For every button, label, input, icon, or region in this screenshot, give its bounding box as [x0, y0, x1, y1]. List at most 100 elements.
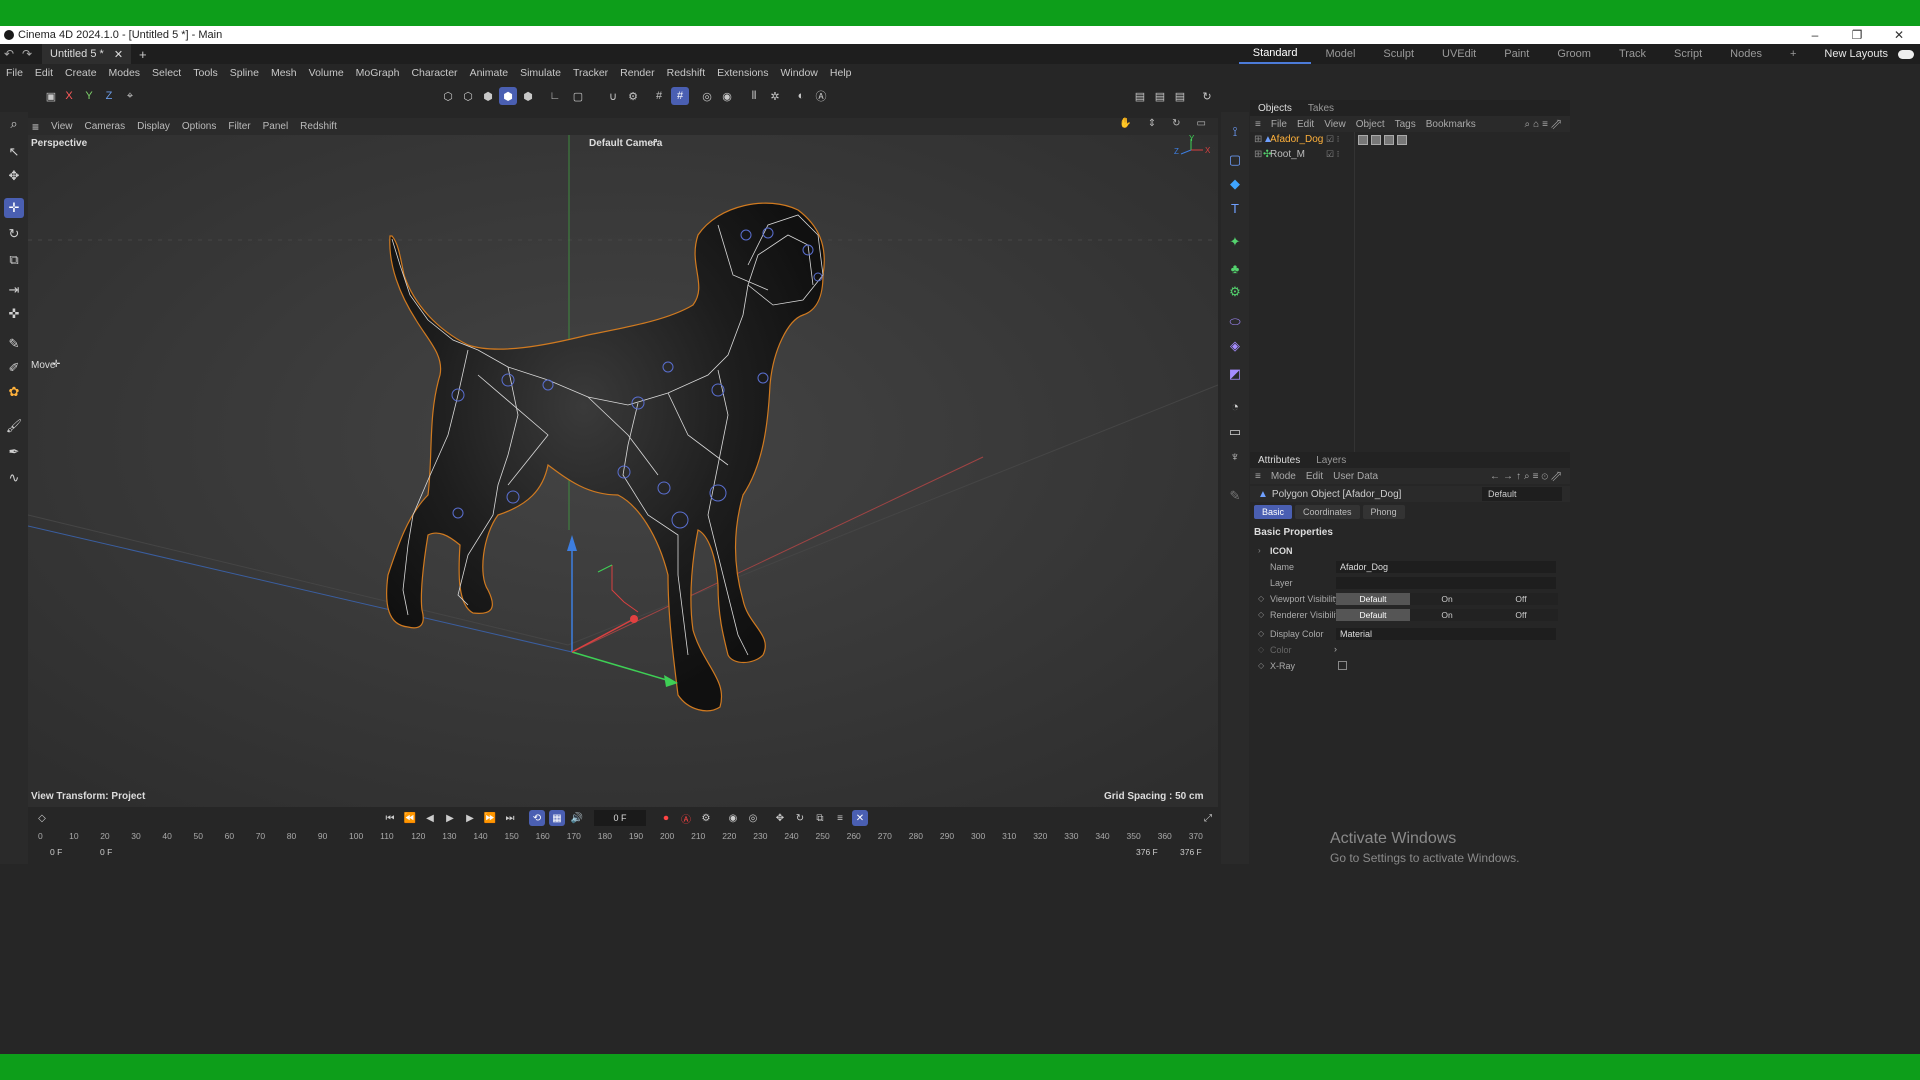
close-icon[interactable]: ✕ — [1878, 26, 1920, 44]
menu-help[interactable]: Help — [824, 67, 858, 79]
redo-icon[interactable]: ↷ — [18, 47, 36, 61]
keyframe-icon[interactable]: ◇ — [34, 810, 50, 826]
spline-pen-icon[interactable]: ✎ — [4, 334, 24, 354]
menu-extensions[interactable]: Extensions — [711, 67, 774, 79]
field-icon[interactable]: ◈ — [1225, 336, 1245, 356]
sound-icon[interactable]: 🔊 — [569, 810, 585, 826]
live-selection-icon[interactable]: ✥ — [4, 166, 24, 186]
layout-standard[interactable]: Standard — [1238, 44, 1312, 64]
tab-layers[interactable]: Layers — [1308, 455, 1354, 466]
paint-brush-icon[interactable]: 🖌 — [4, 416, 24, 436]
spline-sketch-icon[interactable]: ✐ — [4, 358, 24, 378]
icon-group[interactable]: › ICON — [1250, 543, 1570, 559]
orbit-icon[interactable]: ↻ — [1166, 118, 1186, 129]
close-tab-icon[interactable]: ✕ — [114, 48, 123, 61]
play-icon[interactable]: ▶ — [442, 810, 458, 826]
viewport-menu-redshift[interactable]: Redshift — [294, 121, 343, 132]
effector-gear-icon[interactable]: ⚙ — [1225, 282, 1245, 302]
viewport-visibility-on[interactable]: On — [1410, 593, 1484, 605]
menu-simulate[interactable]: Simulate — [514, 67, 567, 79]
attributes-menu-user-data[interactable]: User Data — [1328, 471, 1383, 482]
polygons-mode-icon[interactable]: ⬢ — [479, 87, 497, 105]
knife-tool-icon[interactable]: ∿ — [4, 468, 24, 488]
lock-tag-icon[interactable] — [1358, 135, 1368, 145]
new-layouts-button[interactable]: New Layouts — [1810, 48, 1898, 60]
render-settings-icon[interactable]: ▤ — [1171, 87, 1189, 105]
record-pla-icon[interactable]: ✕ — [852, 810, 868, 826]
keyframe-diamond-icon[interactable]: ◇ — [1258, 661, 1264, 670]
motion-clip-icon[interactable]: ◉ — [725, 810, 741, 826]
generator-icon[interactable]: ✦ — [1225, 232, 1245, 252]
record-scale-icon[interactable]: ⧉ — [812, 810, 828, 826]
undo-icon[interactable]: ↶ — [0, 47, 18, 61]
menu-spline[interactable]: Spline — [224, 67, 265, 79]
objects-hamburger-icon[interactable]: ≡ — [1250, 119, 1266, 130]
text-object-icon[interactable]: Ⓐ — [812, 87, 830, 105]
chevron-right-icon[interactable]: › — [1258, 546, 1261, 555]
viewport-view-name[interactable]: Perspective — [31, 138, 87, 149]
pan-icon[interactable]: ✋ — [1113, 118, 1137, 129]
menu-create[interactable]: Create — [59, 67, 103, 79]
search-icon[interactable]: ⌕ — [4, 114, 24, 134]
points-mode-icon[interactable]: ⬡ — [439, 87, 457, 105]
layout-paint[interactable]: Paint — [1490, 48, 1543, 60]
timeline-expand-icon[interactable]: ⤢ — [1200, 810, 1216, 826]
subtab-coordinates[interactable]: Coordinates — [1295, 505, 1360, 519]
range-start-inner-field[interactable]: 0 F — [100, 847, 112, 857]
document-tab[interactable]: Untitled 5 * ✕ — [42, 44, 132, 64]
renderer-visibility-off[interactable]: Off — [1484, 609, 1558, 621]
menu-select[interactable]: Select — [146, 67, 187, 79]
layout-groom[interactable]: Groom — [1543, 48, 1605, 60]
objects-search-filter-icons[interactable]: ⌕⌂≡⇗ — [1520, 119, 1570, 130]
menu-render[interactable]: Render — [614, 67, 660, 79]
tab-takes[interactable]: Takes — [1300, 103, 1342, 114]
objects-menu-view[interactable]: View — [1319, 119, 1351, 130]
locked-workplane-icon[interactable]: ◉ — [718, 87, 736, 105]
menu-volume[interactable]: Volume — [303, 67, 350, 79]
attributes-menu-edit[interactable]: Edit — [1301, 471, 1328, 482]
soft-selection-icon[interactable]: ⚙ — [624, 87, 642, 105]
record-icon[interactable]: ⏺ — [658, 810, 674, 826]
dolly-icon[interactable]: ⇕ — [1142, 118, 1162, 129]
menu-mograph[interactable]: MoGraph — [350, 67, 406, 79]
layout-sculpt[interactable]: Sculpt — [1369, 48, 1428, 60]
layout-uvedit[interactable]: UVEdit — [1428, 48, 1490, 60]
go-to-start-icon[interactable]: ⏮ — [382, 810, 398, 826]
visibility-flags[interactable]: ☑ ⁝ — [1326, 134, 1339, 145]
object-row-root-m[interactable]: ⊞ ✣ Root_M ☑ ⁝ — [1250, 147, 1570, 162]
viewport-menu-panel[interactable]: Panel — [257, 121, 295, 132]
layout-script[interactable]: Script — [1660, 48, 1716, 60]
objects-menu-tags[interactable]: Tags — [1390, 119, 1421, 130]
toggle-views-icon[interactable]: ▭ — [1191, 118, 1212, 129]
objects-menu-bookmarks[interactable]: Bookmarks — [1421, 119, 1481, 130]
uv-mode-icon[interactable]: ⬢ — [519, 87, 537, 105]
frame-ruler[interactable]: 0 10 20 30 40 50 60 70 80 90 100 110 120 130 140 150 160… — [38, 831, 1208, 845]
display-color-dropdown[interactable]: Material — [1336, 628, 1556, 640]
weight-tag-icon[interactable] — [1397, 135, 1407, 145]
layout-track[interactable]: Track — [1605, 48, 1660, 60]
environment-icon[interactable]: ◔ — [1225, 396, 1245, 416]
model-mode-icon[interactable]: ▣ — [42, 87, 60, 105]
menu-file[interactable]: File — [0, 67, 29, 79]
record-rotation-icon[interactable]: ↻ — [792, 810, 808, 826]
next-frame-icon[interactable]: ▶ — [462, 810, 478, 826]
viewport-menu-view[interactable]: View — [45, 121, 79, 132]
tab-attributes[interactable]: Attributes — [1250, 455, 1308, 466]
null-object-icon[interactable]: ⟟ — [1225, 122, 1245, 142]
objects-menu-file[interactable]: File — [1266, 119, 1292, 130]
subtab-basic[interactable]: Basic — [1254, 505, 1293, 519]
menu-character[interactable]: Character — [405, 67, 463, 79]
plane-primitive-icon[interactable]: ▢ — [1225, 150, 1245, 170]
maximize-icon[interactable]: ❐ — [1836, 26, 1878, 44]
viewport-hamburger-icon[interactable]: ≡ — [28, 120, 45, 134]
menu-mesh[interactable]: Mesh — [265, 67, 303, 79]
axis-z-toggle[interactable]: Z — [100, 87, 118, 105]
sculpt-brush-icon[interactable]: ✿ — [4, 382, 24, 402]
text-spline-icon[interactable]: T — [1225, 198, 1245, 218]
cube-primitive-icon[interactable]: ◆ — [1225, 174, 1245, 194]
weight-paint-icon[interactable]: ✒ — [4, 442, 24, 462]
cloner-icon[interactable]: ♣ — [1225, 258, 1245, 278]
attributes-menu-mode[interactable]: Mode — [1266, 471, 1301, 482]
camera-icon[interactable]: ▭ — [1225, 422, 1245, 442]
renderer-visibility-on[interactable]: On — [1410, 609, 1484, 621]
